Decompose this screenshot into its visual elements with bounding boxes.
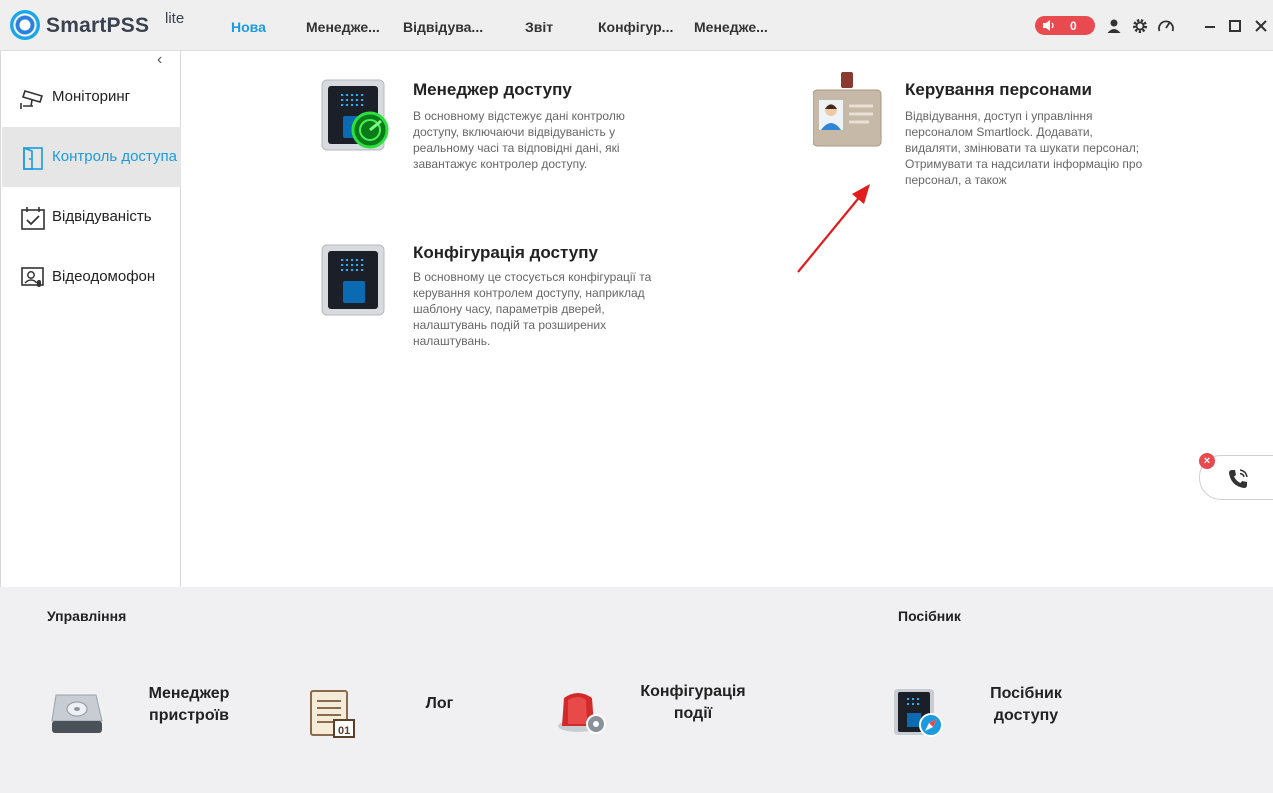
door-icon xyxy=(23,146,43,170)
speaker-icon xyxy=(1043,20,1054,31)
sidebar-item-monitoring[interactable]: Моніторинг xyxy=(2,67,181,127)
sidebar-item-label: Контроль доступа xyxy=(52,148,177,165)
bottom-panel: Управління Посібник Менеджер пристроїв 0… xyxy=(0,587,1273,793)
minimize-icon[interactable] xyxy=(1201,17,1219,35)
maximize-icon[interactable] xyxy=(1226,17,1244,35)
collapse-sidebar-chevron-icon[interactable]: ‹ xyxy=(157,52,171,68)
sidebar-item-access-control[interactable]: Контроль доступа xyxy=(2,127,181,187)
module-title: Конфігурація доступу xyxy=(413,243,598,262)
annotation-arrow-icon xyxy=(797,184,870,273)
tab-home[interactable]: Нова xyxy=(231,0,266,51)
module-description: В основному відстежує дані контролю дост… xyxy=(413,109,625,171)
hard-drive-icon xyxy=(51,694,103,733)
close-icon[interactable] xyxy=(1252,17,1270,35)
alarm-count: 0 xyxy=(1070,19,1077,33)
app-brand: SmartPSS xyxy=(46,14,150,37)
user-icon[interactable] xyxy=(1105,17,1123,35)
sidebar-item-attendance[interactable]: Відвідуваність xyxy=(2,187,181,247)
sidebar-item-label: Відвідуваність xyxy=(52,208,152,225)
tool-label: Лог xyxy=(425,695,454,712)
calendar-check-icon xyxy=(21,207,45,230)
call-widget-close-button[interactable]: × xyxy=(1199,453,1215,469)
access-terminal-icon xyxy=(321,244,385,316)
access-guide-compass-icon xyxy=(894,689,943,737)
tool-label: Посібник доступу xyxy=(990,685,1062,724)
tab-device-manager[interactable]: Менедже... xyxy=(306,0,380,51)
smartpss-logo-icon xyxy=(10,10,40,40)
sidebar: ‹ Моніторинг Контроль доступа Відвідуван… xyxy=(0,51,181,587)
sidebar-item-label: Моніторинг xyxy=(52,88,131,105)
alarm-button[interactable]: 0 xyxy=(1035,16,1095,35)
tab-manager-2[interactable]: Менедже... xyxy=(694,0,768,51)
tab-configuration[interactable]: Конфігур... xyxy=(598,0,673,51)
title-bar: SmartPSS lite Нова Менедже... Відвідува.… xyxy=(0,0,1273,51)
access-terminal-radar-icon xyxy=(321,79,389,151)
log-notepad-icon: 01 xyxy=(310,690,355,738)
intercom-icon xyxy=(21,267,44,287)
management-section-title: Управління xyxy=(47,608,127,624)
module-title: Керування персонами xyxy=(905,80,1092,99)
sidebar-item-intercom[interactable]: Відеодомофон xyxy=(2,247,181,307)
tab-report[interactable]: Звіт xyxy=(525,0,553,51)
sidebar-item-label: Відеодомофон xyxy=(52,268,156,285)
svg-text:01: 01 xyxy=(338,725,350,737)
tab-attendance[interactable]: Відвідува... xyxy=(403,0,483,51)
tool-label: Конфігурація події xyxy=(640,683,746,722)
tool-label: Менеджер пристроїв xyxy=(148,685,230,724)
speed-icon[interactable] xyxy=(1157,17,1175,35)
alarm-siren-gear-icon xyxy=(558,693,606,734)
module-description: Відвідування, доступ і управління персон… xyxy=(905,109,1143,187)
gear-icon[interactable] xyxy=(1131,17,1149,35)
id-badge-icon xyxy=(813,72,882,147)
app-brand-suffix: lite xyxy=(165,10,185,27)
phone-ringing-icon xyxy=(1229,469,1248,488)
cctv-camera-icon xyxy=(20,90,44,109)
module-title: Менеджер доступу xyxy=(413,80,572,99)
module-description: В основному це стосується конфігурації т… xyxy=(413,270,652,348)
guide-section-title: Посібник xyxy=(898,608,961,624)
